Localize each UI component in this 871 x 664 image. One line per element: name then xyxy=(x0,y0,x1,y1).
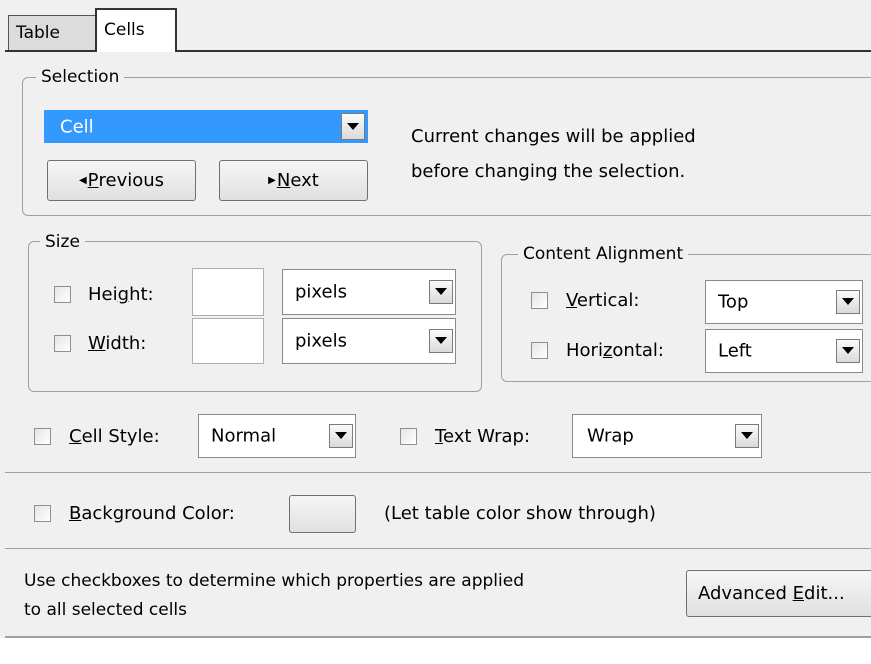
width-label: Width: xyxy=(88,333,147,354)
height-unit-value: pixels xyxy=(295,281,347,303)
height-label: Height: xyxy=(88,284,154,305)
width-unit-dropdown[interactable]: pixels xyxy=(282,318,456,364)
dialog-bottom-strip xyxy=(0,638,871,664)
vertical-alignment-dropdown[interactable]: Top xyxy=(705,280,863,324)
horizontal-label: Horizontal: xyxy=(566,340,664,361)
next-button[interactable]: ▶ Next xyxy=(219,160,368,201)
text-wrap-checkbox[interactable] xyxy=(400,428,417,445)
background-color-swatch-button[interactable] xyxy=(289,495,356,533)
cell-style-dropdown[interactable]: Normal xyxy=(198,414,356,458)
width-checkbox[interactable] xyxy=(54,335,71,352)
footer-hint-line2: to all selected cells xyxy=(24,600,188,620)
background-color-label: Background Color: xyxy=(69,503,235,524)
cell-style-value: Normal xyxy=(211,425,277,447)
height-input[interactable] xyxy=(192,268,264,316)
horizontal-checkbox[interactable] xyxy=(531,342,548,359)
selection-dropdown[interactable]: Cell xyxy=(44,110,368,143)
text-wrap-label: Text Wrap: xyxy=(435,426,531,447)
triangle-left-icon: ◀ xyxy=(78,175,87,186)
horizontal-alignment-dropdown[interactable]: Left xyxy=(705,329,863,373)
footer-hint-line1: Use checkboxes to determine which proper… xyxy=(24,571,524,591)
width-input[interactable] xyxy=(192,318,264,364)
background-color-note: (Let table color show through) xyxy=(384,503,656,524)
selection-info-line1: Current changes will be applied xyxy=(411,126,696,147)
vertical-label: Vertical: xyxy=(566,290,640,311)
selection-group-label: Selection xyxy=(36,67,125,87)
cell-style-checkbox[interactable] xyxy=(34,428,51,445)
cell-style-label: Cell Style: xyxy=(69,426,160,447)
vertical-checkbox[interactable] xyxy=(531,292,548,309)
horizontal-alignment-value: Left xyxy=(718,340,752,362)
vertical-alignment-value: Top xyxy=(718,291,749,313)
advanced-edit-button[interactable]: Advanced Edit... xyxy=(686,570,871,617)
size-group xyxy=(28,241,482,392)
triangle-right-icon: ▶ xyxy=(268,175,276,186)
text-wrap-dropdown[interactable]: Wrap xyxy=(572,414,762,458)
text-wrap-value: Wrap xyxy=(587,425,634,447)
width-unit-value: pixels xyxy=(295,330,347,352)
previous-button[interactable]: ◀ Previous xyxy=(47,160,196,201)
dropdown-arrow-icon xyxy=(429,329,453,353)
dropdown-arrow-icon xyxy=(735,424,759,448)
selection-dropdown-value: Cell xyxy=(60,116,94,137)
tab-cells-label: Cells xyxy=(104,20,145,40)
dropdown-arrow-icon xyxy=(836,290,860,314)
size-group-label: Size xyxy=(40,232,85,252)
separator-1 xyxy=(5,472,871,473)
dropdown-arrow-icon xyxy=(329,424,353,448)
dropdown-arrow-icon xyxy=(836,339,860,363)
dropdown-arrow-icon xyxy=(341,113,365,140)
content-alignment-group-label: Content Alignment xyxy=(518,244,689,264)
height-checkbox[interactable] xyxy=(54,286,71,303)
tab-cells[interactable]: Cells xyxy=(95,8,177,52)
background-color-checkbox[interactable] xyxy=(34,505,51,522)
height-unit-dropdown[interactable]: pixels xyxy=(282,269,456,315)
tab-table-label: Table xyxy=(16,23,60,43)
selection-info-line2: before changing the selection. xyxy=(411,161,686,182)
separator-2 xyxy=(5,548,871,549)
tab-table[interactable]: Table xyxy=(8,15,96,51)
dropdown-arrow-icon xyxy=(429,280,453,304)
